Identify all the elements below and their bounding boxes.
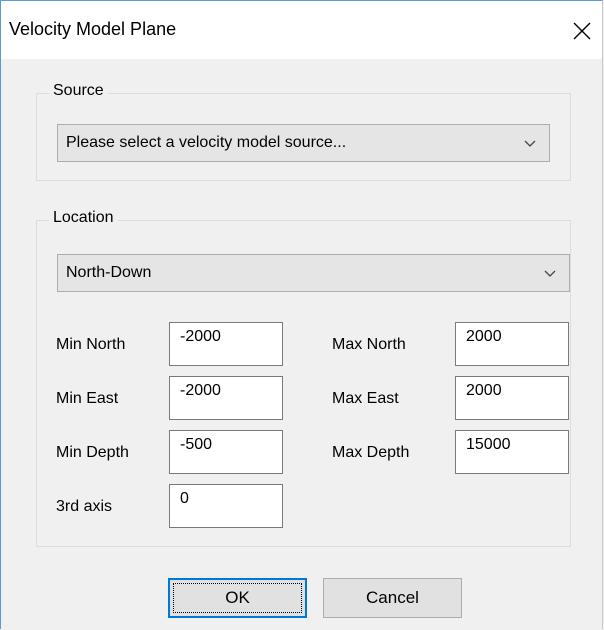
min-north-field[interactable] <box>169 322 283 366</box>
title-bar: Velocity Model Plane <box>1 1 602 59</box>
location-group-label: Location <box>49 209 118 227</box>
max-depth-field[interactable] <box>455 430 569 474</box>
max-north-field[interactable] <box>455 322 569 366</box>
max-depth-label: Max Depth <box>332 444 410 461</box>
location-dropdown[interactable]: North-Down <box>57 254 570 292</box>
source-dropdown[interactable]: Please select a velocity model source... <box>57 124 550 162</box>
focus-rectangle <box>173 583 302 613</box>
min-east-label: Min East <box>56 390 119 407</box>
min-depth-label: Min Depth <box>56 444 129 461</box>
source-group: Source Please select a velocity model so… <box>36 82 571 181</box>
max-east-field[interactable] <box>455 376 569 420</box>
third-axis-label: 3rd axis <box>56 498 113 515</box>
chevron-down-icon <box>524 140 536 147</box>
window-title: Velocity Model Plane <box>9 19 177 39</box>
source-group-label: Source <box>49 82 108 100</box>
third-axis-field[interactable] <box>169 484 283 528</box>
min-east-field[interactable] <box>169 376 283 420</box>
cancel-button-label: Cancel <box>366 588 419 607</box>
dialog-window: Velocity Model Plane Source Please selec… <box>0 0 603 629</box>
max-north-label: Max North <box>332 336 406 353</box>
cancel-button[interactable]: Cancel <box>323 578 462 618</box>
location-group: Location North-Down Min North Max North … <box>36 209 571 547</box>
location-dropdown-value: North-Down <box>66 264 152 281</box>
ok-button[interactable]: OK <box>168 578 307 618</box>
close-icon[interactable] <box>562 9 602 53</box>
source-dropdown-value: Please select a velocity model source... <box>66 134 347 151</box>
max-east-label: Max East <box>332 390 399 407</box>
min-depth-field[interactable] <box>169 430 283 474</box>
chevron-down-icon <box>544 270 556 277</box>
min-north-label: Min North <box>56 336 126 353</box>
